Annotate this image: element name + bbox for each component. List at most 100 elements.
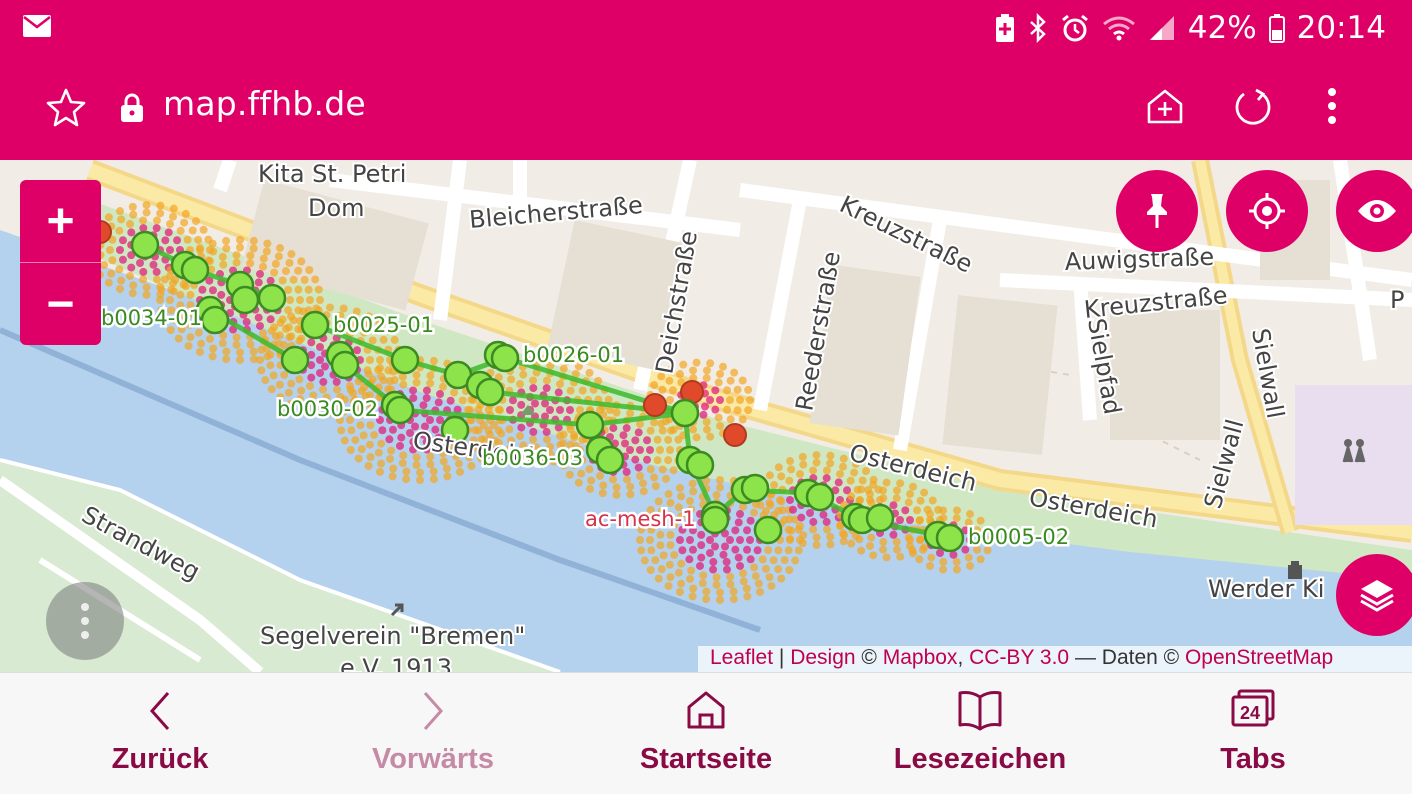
node-marker-online[interactable] [753,515,783,545]
osm-link[interactable]: OpenStreetMap [1185,646,1333,669]
node-marker-online[interactable] [805,482,835,512]
heat-dot [761,564,770,573]
heat-dot [855,535,864,544]
heat-dot [517,400,526,409]
heat-dot [734,553,743,562]
node-marker-online[interactable] [257,283,287,313]
heat-dot [556,380,564,389]
visibility-button[interactable] [1336,170,1412,252]
ccby-link[interactable]: CC-BY 3.0 [969,646,1069,669]
node-marker-online[interactable] [230,285,260,315]
map-view[interactable]: Kita St. Petri Dom Bleicherstraße Deichs… [0,160,1412,672]
node-marker-online[interactable] [300,310,330,340]
node-marker-online[interactable] [935,523,965,553]
zoom-out-button[interactable]: − [20,263,101,345]
heat-dot [152,224,161,233]
heat-dot [726,536,734,544]
heat-dot [939,514,948,523]
home-button[interactable]: Startseite [606,673,806,794]
heat-dot [128,289,137,298]
leaflet-link[interactable]: Leaflet [710,646,773,669]
heat-dot [104,278,113,287]
reload-icon[interactable] [1232,86,1274,133]
node-marker-online[interactable] [575,410,605,440]
heat-dot [126,220,134,229]
node-marker-online[interactable] [700,505,730,535]
heat-dot [723,386,732,395]
node-marker-online[interactable] [130,230,160,260]
mapbox-link[interactable]: Mapbox [883,646,958,669]
node-marker-online[interactable] [330,350,360,380]
heat-dot [295,336,304,345]
heat-dot [847,492,856,501]
node-marker-online[interactable] [390,345,420,375]
locate-button[interactable] [1226,170,1308,252]
heat-dot [750,563,759,572]
tabs-label: Tabs [1220,743,1286,775]
node-marker-online[interactable] [595,445,625,475]
heat-dot [398,459,407,468]
more-options-button[interactable] [46,582,124,660]
heat-dot [787,526,796,535]
forward-button[interactable]: Vorwärts [333,673,533,794]
heat-dot [399,380,408,389]
heat-dot [664,435,673,444]
node-marker-online[interactable] [865,503,895,533]
heat-dot [926,510,934,519]
heat-dot [688,479,697,488]
heat-dot [332,377,341,386]
heat-dot [685,555,694,564]
node-marker-online[interactable] [385,395,415,425]
heat-dot [585,465,594,474]
heat-dot [357,386,366,395]
node-marker-online[interactable] [180,255,210,285]
heat-dot [256,356,264,364]
add-home-icon[interactable] [1145,86,1185,131]
node-marker-online[interactable] [685,450,715,480]
heat-dot [716,421,724,430]
node-marker-online[interactable] [670,398,700,428]
bookmarks-button[interactable]: Lesezeichen [880,673,1080,794]
heat-dot [647,546,656,555]
star-icon[interactable] [45,86,87,133]
node-marker-online[interactable] [200,305,230,335]
heat-dot [232,251,241,260]
heat-dot [688,545,697,554]
heat-dot [276,244,284,253]
heat-dot [304,285,313,294]
heat-dot [388,472,397,481]
heat-dot [621,439,629,448]
heat-dot [906,516,914,524]
heat-dot [702,374,711,383]
zoom-in-button[interactable]: + [20,180,101,262]
heat-dot [326,303,334,312]
heat-dot [702,425,711,434]
node-marker-offline[interactable] [643,393,667,417]
node-marker-online[interactable] [740,473,770,503]
heat-dot [622,475,631,484]
pin-button[interactable] [1116,170,1198,252]
layers-button[interactable] [1336,554,1412,636]
node-label-b0030: b0030-02 [277,397,378,421]
map-tiles[interactable]: Kita St. Petri Dom Bleicherstraße Deichs… [0,160,1412,672]
heat-dot [686,497,694,506]
heat-dot [952,565,961,574]
heat-dot [676,536,684,544]
node-marker-online[interactable] [475,377,505,407]
heat-dot [152,275,161,284]
node-marker-online[interactable] [280,345,310,375]
heat-dot [758,555,767,564]
url-field[interactable]: map.ffhb.de [163,84,366,123]
node-marker-offline[interactable] [723,423,747,447]
back-button[interactable]: Zurück [60,673,260,794]
node-marker-online[interactable] [490,343,520,373]
menu-icon[interactable] [1326,86,1338,131]
heat-dot [294,285,303,294]
heat-dot [869,480,878,489]
tabs-button[interactable]: 24 Tabs [1153,673,1353,794]
heat-dot [446,396,455,405]
heat-dot [777,574,786,583]
heat-dot [117,276,126,285]
design-link[interactable]: Design [790,646,855,669]
heat-dot [186,333,195,342]
